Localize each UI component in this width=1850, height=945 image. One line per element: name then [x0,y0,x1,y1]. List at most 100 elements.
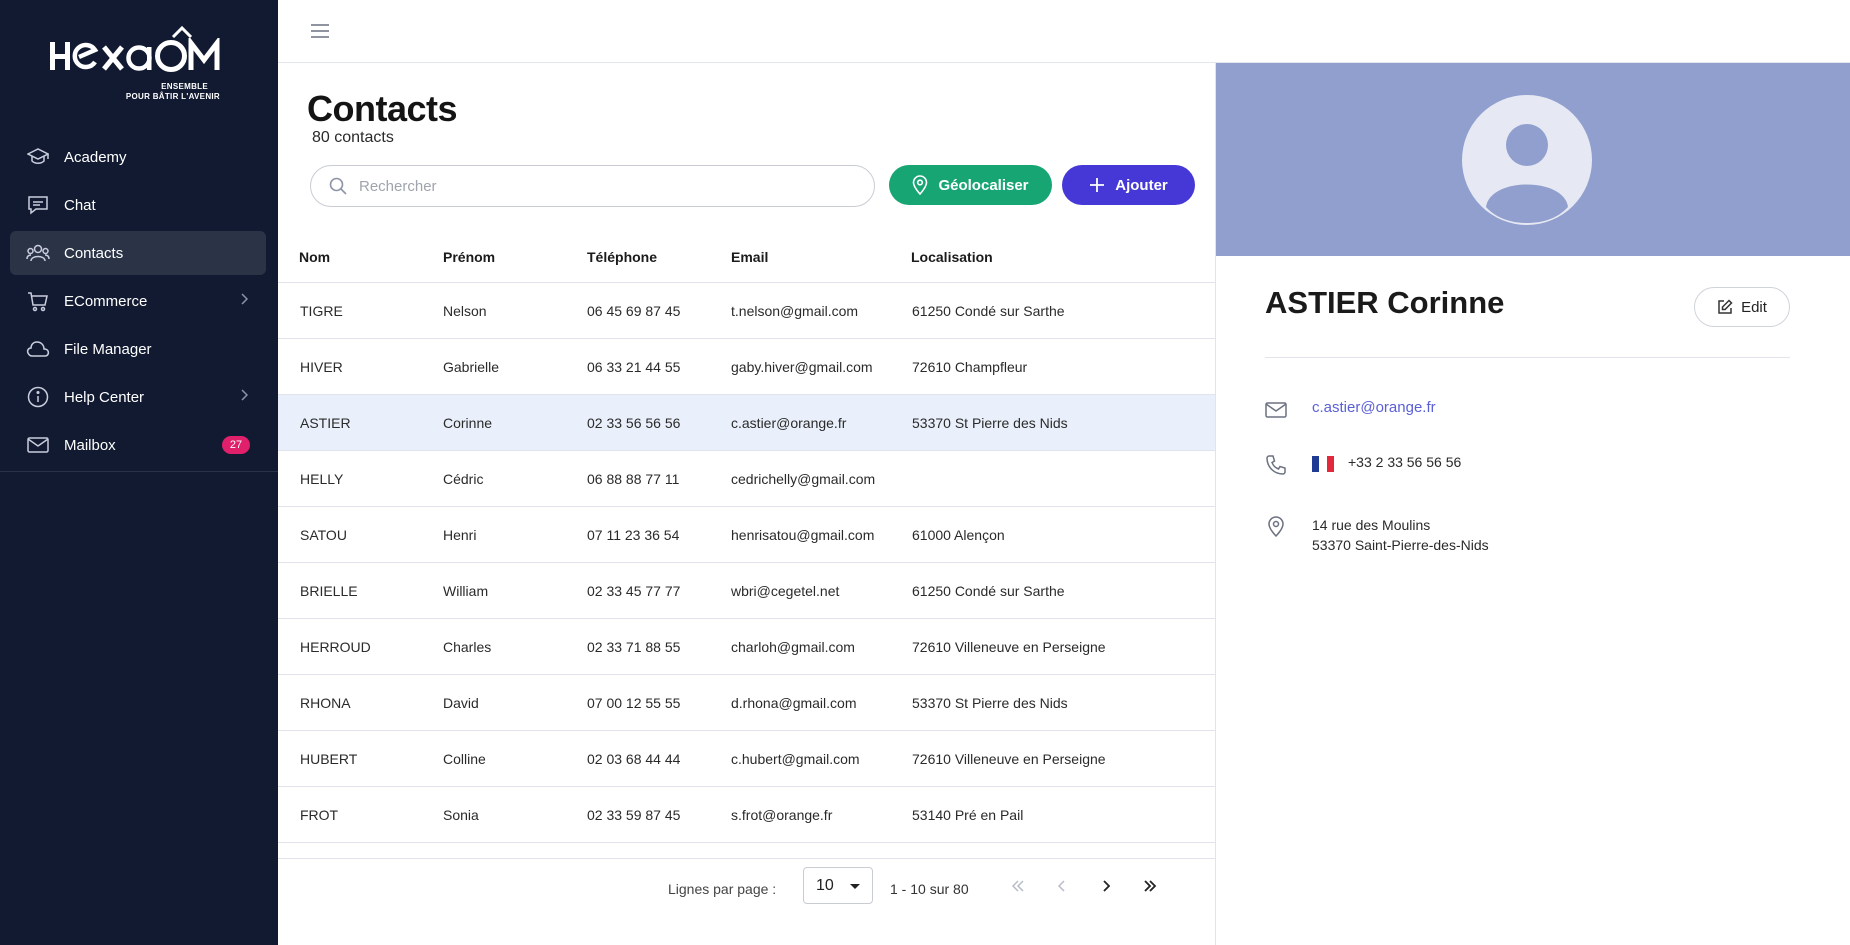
topbar [278,0,1850,63]
cell-nom: RHONA [300,695,351,711]
table-row[interactable]: HELLY Cédric 06 88 88 77 11 cedrichelly@gma… [278,451,1215,507]
cell-telephone: 02 33 71 88 55 [587,639,681,655]
table-row[interactable]: ASTIER Corinne 02 33 56 56 56 c.astier@oran… [278,395,1215,451]
table-row[interactable]: HUBERT Colline 02 03 68 44 44 c.hubert@gmai… [278,731,1215,787]
contact-name: ASTIER Corinne [1265,285,1505,320]
previous-page-button[interactable] [1049,873,1075,899]
cell-nom: TIGRE [300,303,343,319]
table-row[interactable]: TIGRE Nelson 06 45 69 87 45 t.nelson@gmail.… [278,283,1215,339]
cell-email: cedrichelly@gmail.com [731,471,876,487]
geolocate-label: Géolocaliser [938,176,1029,194]
users-icon [26,241,50,265]
hamburger-menu-icon[interactable] [310,21,330,41]
mailbox-count-badge: 27 [222,436,250,454]
cloud-icon [26,337,50,361]
page-range: 1 - 10 sur 80 [890,881,969,897]
caret-down-icon [850,884,860,889]
cell-prenom: Cédric [443,471,484,487]
add-contact-button[interactable]: Ajouter [1062,165,1195,205]
table-row[interactable]: RHONA David 07 00 12 55 55 d.rhona@gmail.co… [278,675,1215,731]
cell-nom: HELLY [300,471,344,487]
search-box[interactable] [310,165,875,207]
column-header-telephone[interactable]: Téléphone [587,249,657,265]
contacts-count: 80 contacts [312,129,394,146]
cell-email: charloh@gmail.com [731,639,855,655]
cell-telephone: 02 33 56 56 56 [587,415,681,431]
mail-icon [26,433,50,457]
france-flag-icon [1312,456,1334,472]
cell-prenom: Nelson [443,303,487,319]
contacts-list-panel: Contacts 80 contacts Géolocaliser Ajoute… [278,63,1215,945]
cell-telephone: 06 88 88 77 11 [587,471,680,487]
logo-wordmark [50,38,220,72]
sidebar-item-file-manager[interactable]: File Manager [10,327,266,371]
user-avatar-icon [1486,124,1568,223]
table-row[interactable]: BRIELLE William 02 33 45 77 77 wbri@cegetel… [278,563,1215,619]
add-contact-label: Ajouter [1115,176,1168,194]
cell-telephone: 07 00 12 55 55 [587,695,681,711]
sidebar-item-mailbox[interactable]: Mailbox 27 [10,423,266,467]
pagination: Lignes par page : 10 1 - 10 sur 80 [278,858,1215,914]
edit-icon [1718,299,1733,314]
sidebar-item-contacts[interactable]: Contacts [10,231,266,275]
cell-localisation: 72610 Champfleur [912,359,1028,375]
contact-email-link[interactable]: c.astier@orange.fr [1312,399,1436,416]
sidebar-item-ecommerce[interactable]: ECommerce [10,279,266,323]
contact-detail-panel: ASTIER Corinne Edit c.astier@orange.fr +… [1215,63,1850,945]
cell-prenom: Gabrielle [443,359,500,375]
graduation-cap-icon [26,145,50,169]
edit-button[interactable]: Edit [1694,287,1790,327]
last-page-button[interactable] [1137,873,1163,899]
double-chevron-right-icon [1144,880,1157,892]
sidebar-item-chat[interactable]: Chat [10,183,266,227]
cell-telephone: 02 33 59 87 45 [587,807,681,823]
cell-email: c.hubert@gmail.com [731,751,860,767]
brand-logo[interactable]: ENSEMBLE POUR BÂTIR L'AVENIR [48,26,238,106]
contact-email-row: c.astier@orange.fr [1265,399,1436,421]
chevron-right-icon [1103,880,1110,892]
cell-localisation: 53370 St Pierre des Nids [912,695,1068,711]
chevron-left-icon [1058,880,1065,892]
logo-tagline: ENSEMBLE [161,82,208,91]
table-row[interactable]: HERROUD Charles 02 33 71 88 55 charloh@gmai… [278,619,1215,675]
rows-per-page-select[interactable]: 10 [803,867,873,904]
avatar [1462,95,1592,225]
first-page-button[interactable] [1005,873,1031,899]
cell-telephone: 02 03 68 44 44 [587,751,681,767]
table-header: Nom Prénom Téléphone Email Localisation [278,226,1215,283]
search-icon [329,177,347,195]
rows-per-page-label: Lignes par page : [668,881,777,897]
map-pin-icon [913,175,928,195]
cell-nom: HIVER [300,359,343,375]
cell-nom: FROT [300,807,339,823]
cell-prenom: David [443,695,479,711]
sidebar-item-help-center[interactable]: Help Center [10,375,266,419]
geolocate-button[interactable]: Géolocaliser [889,165,1052,205]
cell-email: t.nelson@gmail.com [731,303,859,319]
table-row[interactable]: HIVER Gabrielle 06 33 21 44 55 gaby.hiver@g… [278,339,1215,395]
cell-telephone: 06 33 21 44 55 [587,359,681,375]
address-line: 14 rue des Moulins [1312,517,1431,533]
table-row[interactable]: SATOU Henri 07 11 23 36 54 henrisatou@gmail… [278,507,1215,563]
cell-localisation: 61000 Alençon [912,527,1005,543]
cell-email: c.astier@orange.fr [731,415,847,431]
cell-nom: HUBERT [300,751,358,767]
cell-email: d.rhona@gmail.com [731,695,857,711]
next-page-button[interactable] [1093,873,1119,899]
sidebar-item-academy[interactable]: Academy [10,135,266,179]
sidebar-item-label: ECommerce [64,292,148,310]
column-header-nom[interactable]: Nom [299,249,330,265]
sidebar-item-label: Academy [64,148,127,166]
cart-icon [26,289,50,313]
column-header-prenom[interactable]: Prénom [443,249,495,265]
search-input[interactable] [359,177,839,195]
sidebar-item-label: Contacts [64,244,124,262]
address-line: 53370 Saint-Pierre-des-Nids [1312,537,1489,553]
column-header-email[interactable]: Email [731,249,768,265]
table-row[interactable]: FROT Sonia 02 33 59 87 45 s.frot@orange.fr 5… [278,787,1215,843]
chevron-right-icon [241,389,248,401]
page-title: Contacts [307,88,458,129]
cell-localisation: 72610 Villeneuve en Perseigne [912,751,1106,767]
column-header-localisation[interactable]: Localisation [911,249,993,265]
cell-prenom: Charles [443,639,492,655]
